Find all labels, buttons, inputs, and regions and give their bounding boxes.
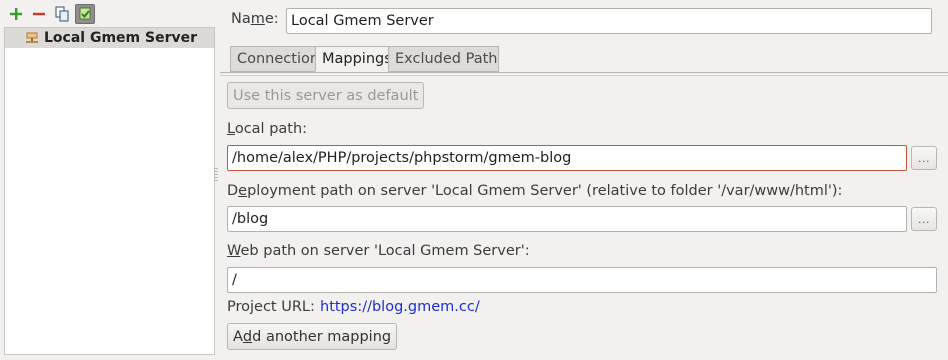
- project-url-link[interactable]: https://blog.gmem.cc/: [320, 299, 480, 315]
- local-path-field[interactable]: [227, 145, 907, 171]
- server-list-panel: Local Gmem Server: [0, 0, 215, 360]
- web-path-field[interactable]: [227, 267, 937, 293]
- project-url-label: Project URL:: [227, 299, 315, 315]
- use-as-default-button[interactable]: Use this server as default: [227, 82, 425, 109]
- web-path-wrap: [227, 267, 937, 293]
- tab-divider-secondary: [220, 75, 948, 76]
- tab-divider: [220, 72, 948, 73]
- tab-bar: Connection Mappings Excluded Paths: [230, 46, 499, 72]
- copy-icon[interactable]: [52, 4, 72, 24]
- web-path-label: Web path on server 'Local Gmem Server':: [227, 243, 530, 259]
- tree-item-server[interactable]: Local Gmem Server: [5, 28, 214, 48]
- splitter-handle[interactable]: [214, 168, 218, 182]
- local-path-wrap: [227, 145, 907, 171]
- name-label: Name:: [231, 11, 279, 27]
- server-details-panel: Name: Connection Mappings Excluded Paths…: [220, 0, 948, 360]
- name-field[interactable]: [286, 8, 932, 34]
- server-icon: [25, 32, 39, 45]
- name-field-wrap: [286, 8, 932, 34]
- deployment-path-field[interactable]: [227, 206, 907, 232]
- tab-mappings[interactable]: Mappings: [315, 46, 389, 72]
- deployment-path-browse-button[interactable]: ...: [911, 207, 937, 231]
- tab-excluded-paths[interactable]: Excluded Paths: [388, 46, 499, 72]
- add-icon[interactable]: [6, 4, 26, 24]
- local-path-label: Local path:: [227, 121, 308, 137]
- add-another-mapping-button[interactable]: Add another mapping: [227, 323, 398, 350]
- tab-connection[interactable]: Connection: [230, 46, 316, 72]
- server-tree: Local Gmem Server: [4, 27, 215, 355]
- use-as-default-icon[interactable]: [75, 4, 95, 24]
- deployment-path-label: Deployment path on server 'Local Gmem Se…: [227, 183, 843, 199]
- remove-icon[interactable]: [29, 4, 49, 24]
- local-path-browse-button[interactable]: ...: [911, 146, 937, 170]
- tree-item-label: Local Gmem Server: [44, 30, 198, 46]
- server-toolbar: [6, 3, 95, 25]
- deployment-path-wrap: [227, 206, 907, 232]
